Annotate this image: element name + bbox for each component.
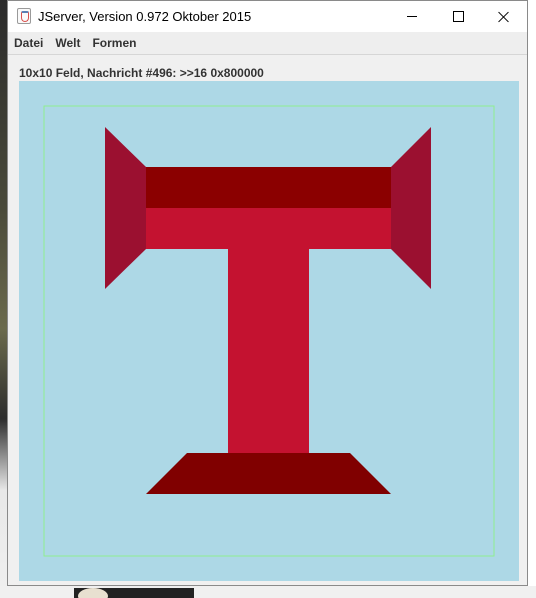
window-title: JServer, Version 0.972 Oktober 2015 — [38, 9, 252, 24]
menu-separator — [8, 54, 527, 55]
base-shape — [146, 453, 391, 494]
menu-bar: Datei Welt Formen — [8, 32, 527, 54]
menu-datei[interactable]: Datei — [8, 32, 49, 54]
stem-shape — [228, 249, 309, 453]
minimize-button[interactable] — [389, 1, 435, 32]
board-canvas[interactable] — [19, 81, 519, 581]
jserver-window: JServer, Version 0.972 Oktober 2015 Date… — [7, 0, 528, 586]
menu-welt[interactable]: Welt — [49, 32, 86, 54]
close-icon — [498, 11, 510, 23]
title-bar[interactable]: JServer, Version 0.972 Oktober 2015 — [8, 1, 527, 32]
desktop-background-bottom — [0, 586, 536, 598]
close-button[interactable] — [481, 1, 527, 32]
minimize-icon — [407, 16, 417, 17]
maximize-icon — [452, 11, 464, 22]
crossbar-top-shape — [146, 167, 391, 208]
menu-formen[interactable]: Formen — [86, 32, 142, 54]
java-app-icon — [17, 8, 31, 24]
right-wing-shape — [391, 127, 431, 289]
board-drawing — [43, 105, 495, 557]
desktop-thumbnail-shape — [78, 588, 108, 598]
left-wing-shape — [105, 127, 146, 289]
maximize-button[interactable] — [435, 1, 481, 32]
status-message: 10x10 Feld, Nachricht #496: >>16 0x80000… — [19, 66, 264, 80]
crossbar-bottom-shape — [146, 208, 391, 249]
